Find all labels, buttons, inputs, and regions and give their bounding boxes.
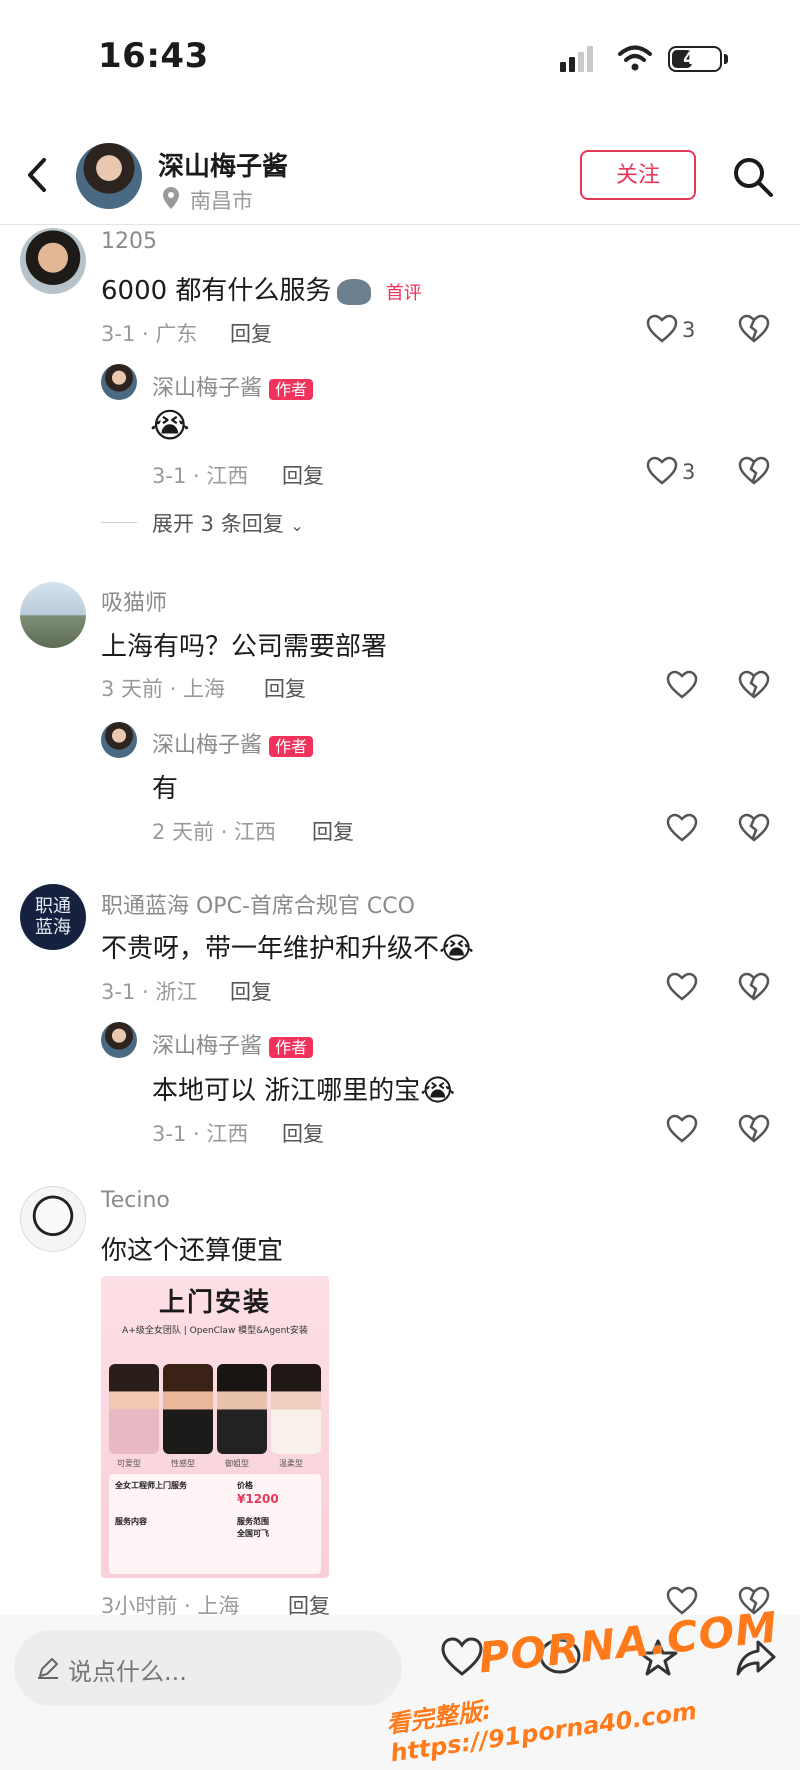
reply-username[interactable]: 深山梅子酱 作者	[152, 727, 314, 759]
chevron-down-icon: ⌄	[290, 516, 304, 535]
battery-icon: 40	[668, 46, 722, 72]
comment-username[interactable]: 1205	[101, 229, 157, 254]
poster-photo	[271, 1364, 321, 1454]
wifi-icon	[618, 45, 652, 71]
header-divider	[0, 224, 800, 225]
poster-heading: 服务范围	[237, 1517, 269, 1526]
location-pin-icon	[163, 187, 179, 209]
broken-heart-icon[interactable]	[738, 456, 770, 486]
poster-label: 性感型	[171, 1459, 195, 1468]
author-badge: 作者	[269, 1037, 314, 1058]
like-count: 3	[682, 460, 696, 484]
comment-meta: 3-1 · 广东	[101, 322, 198, 346]
heart-icon[interactable]	[666, 813, 698, 843]
comment-username[interactable]: 吸猫师	[101, 585, 167, 617]
profile-location: 南昌市	[190, 189, 253, 213]
poster-title: 上门安装	[158, 1288, 271, 1318]
poster-heading: 全女工程师上门服务	[115, 1481, 187, 1490]
reply-username[interactable]: 深山梅子酱 作者	[152, 370, 314, 402]
poster-label: 御姐型	[225, 1459, 249, 1468]
commenter-avatar[interactable]	[20, 582, 86, 648]
status-time: 16:43	[98, 36, 209, 76]
reply-button[interactable]: 回复	[230, 976, 272, 1006]
poster-subtitle: A+级全女团队 | OpenClaw 模型&Agent安装	[122, 1326, 308, 1336]
expand-line	[101, 522, 137, 523]
poster-info-panel: 全女工程师上门服务 服务内容 价格 ¥1200 服务范围 全国可飞	[109, 1474, 321, 1574]
reply-button[interactable]: 回复	[282, 1118, 324, 1148]
comment-input[interactable]: 说点什么...	[14, 1630, 402, 1706]
commenter-avatar[interactable]	[20, 228, 86, 294]
author-avatar[interactable]	[76, 143, 142, 209]
reply-meta: 3-1 · 江西	[152, 1122, 249, 1146]
profile-username[interactable]: 深山梅子酱	[158, 146, 288, 183]
comment-image[interactable]: 上门安装 A+级全女团队 | OpenClaw 模型&Agent安装 可爱型 性…	[101, 1276, 329, 1578]
pencil-icon	[38, 1658, 58, 1679]
comment-text: 不贵呀，带一年维护和升级不😭	[101, 931, 475, 967]
poster-photo	[217, 1364, 267, 1454]
poster-label: 温柔型	[279, 1459, 303, 1468]
cat-emoji-icon	[337, 278, 372, 305]
reply-avatar[interactable]	[101, 722, 137, 758]
reply-username[interactable]: 深山梅子酱 作者	[152, 1028, 314, 1060]
reply-button[interactable]: 回复	[264, 673, 306, 703]
comment-username[interactable]: Tecino	[101, 1188, 170, 1213]
crying-emoji-icon: 😭	[150, 406, 190, 446]
reply-text: 有	[152, 774, 179, 804]
cellular-signal-icon	[560, 46, 593, 72]
broken-heart-icon[interactable]	[738, 314, 770, 344]
comment-text: 6000 都有什么服务 首评	[101, 276, 422, 306]
poster-scope: 全国可飞	[237, 1529, 269, 1538]
comment-meta: 3-1 · 浙江	[101, 980, 198, 1004]
reply-meta: 2 天前 · 江西	[152, 820, 277, 844]
reply-button[interactable]: 回复	[312, 816, 354, 846]
poster-price: ¥1200	[237, 1492, 279, 1506]
poster-label: 可爱型	[117, 1459, 141, 1468]
heart-icon[interactable]	[666, 670, 698, 700]
commenter-avatar[interactable]: 职通 蓝海	[20, 884, 86, 950]
commenter-avatar[interactable]	[20, 1186, 86, 1252]
broken-heart-icon[interactable]	[738, 670, 770, 700]
heart-icon[interactable]	[646, 456, 678, 486]
battery-tip	[724, 54, 728, 64]
reply-avatar[interactable]	[101, 1022, 137, 1058]
first-comment-tag: 首评	[385, 282, 422, 304]
input-placeholder: 说点什么...	[68, 1658, 187, 1686]
heart-icon[interactable]	[666, 1114, 698, 1144]
heart-icon[interactable]	[646, 314, 678, 344]
poster-photo	[109, 1364, 159, 1454]
comment-username[interactable]: 职通蓝海 OPC-首席合规官 CCO	[101, 888, 415, 920]
follow-button[interactable]: 关注	[580, 150, 696, 200]
author-badge: 作者	[269, 379, 314, 400]
reply-button[interactable]: 回复	[282, 460, 324, 490]
comment-meta: 3 天前 · 上海	[101, 677, 226, 701]
author-badge: 作者	[269, 736, 314, 757]
poster-photo	[163, 1364, 213, 1454]
reply-text: 本地可以 浙江哪里的宝😭	[152, 1073, 456, 1109]
broken-heart-icon[interactable]	[738, 813, 770, 843]
comment-text: 上海有吗？公司需要部署	[101, 632, 388, 662]
poster-heading: 服务内容	[115, 1517, 147, 1526]
poster-heading: 价格	[237, 1481, 253, 1490]
expand-replies-button[interactable]: 展开 3 条回复 ⌄	[152, 508, 304, 538]
search-icon[interactable]	[732, 156, 774, 198]
broken-heart-icon[interactable]	[738, 1114, 770, 1144]
reply-meta: 3-1 · 江西	[152, 464, 249, 488]
crying-emoji-icon: 😭	[439, 931, 475, 967]
back-chevron-icon[interactable]	[24, 156, 50, 194]
like-count: 3	[682, 318, 696, 342]
crying-emoji-icon: 😭	[420, 1073, 456, 1109]
comment-text: 你这个还算便宜	[101, 1236, 284, 1266]
heart-icon[interactable]	[666, 972, 698, 1002]
reply-avatar[interactable]	[101, 364, 137, 400]
reply-button[interactable]: 回复	[230, 318, 272, 348]
broken-heart-icon[interactable]	[738, 972, 770, 1002]
